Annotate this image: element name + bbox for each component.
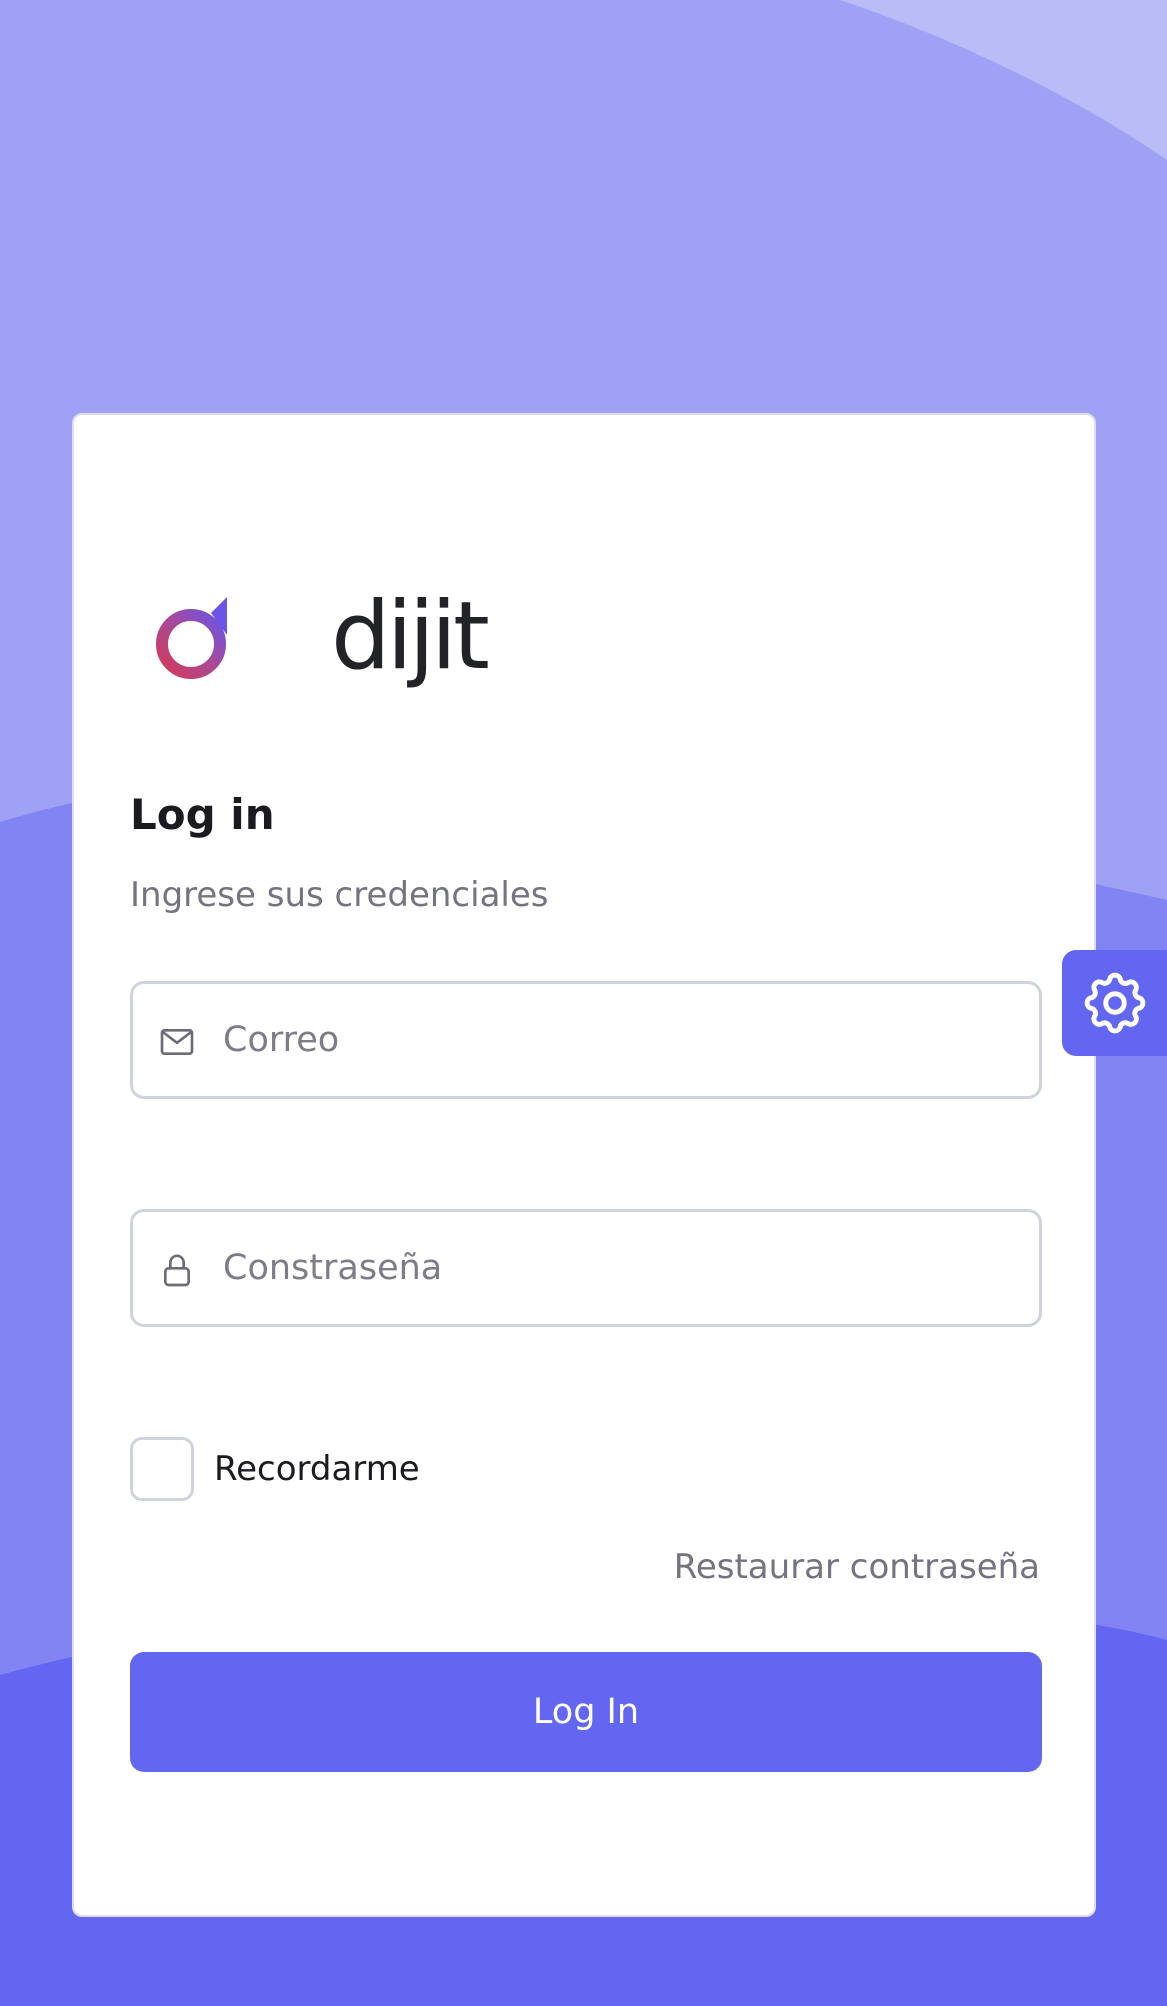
remember-me[interactable]: Recordarme [130, 1437, 420, 1501]
email-input[interactable] [223, 994, 1023, 1086]
remember-label[interactable]: Recordarme [214, 1449, 420, 1489]
login-card: dijit Log in Ingrese sus credenciales Re… [72, 413, 1096, 1917]
login-button[interactable]: Log In [130, 1652, 1042, 1772]
password-field[interactable] [130, 1209, 1042, 1327]
mail-icon [160, 1029, 194, 1055]
password-input[interactable] [223, 1222, 1023, 1314]
dijit-logo-mark [156, 597, 227, 679]
page-subtitle: Ingrese sus credenciales [130, 875, 549, 915]
brand-logo: dijit [151, 577, 491, 707]
lock-icon [164, 1254, 190, 1287]
gear-icon [1084, 972, 1146, 1034]
brand-name: dijit [331, 582, 490, 691]
page-title: Log in [130, 790, 275, 839]
restore-password-link[interactable]: Restaurar contraseña [674, 1543, 1040, 1591]
email-field[interactable] [130, 981, 1042, 1099]
settings-button[interactable] [1062, 950, 1167, 1056]
remember-checkbox[interactable] [130, 1437, 194, 1501]
